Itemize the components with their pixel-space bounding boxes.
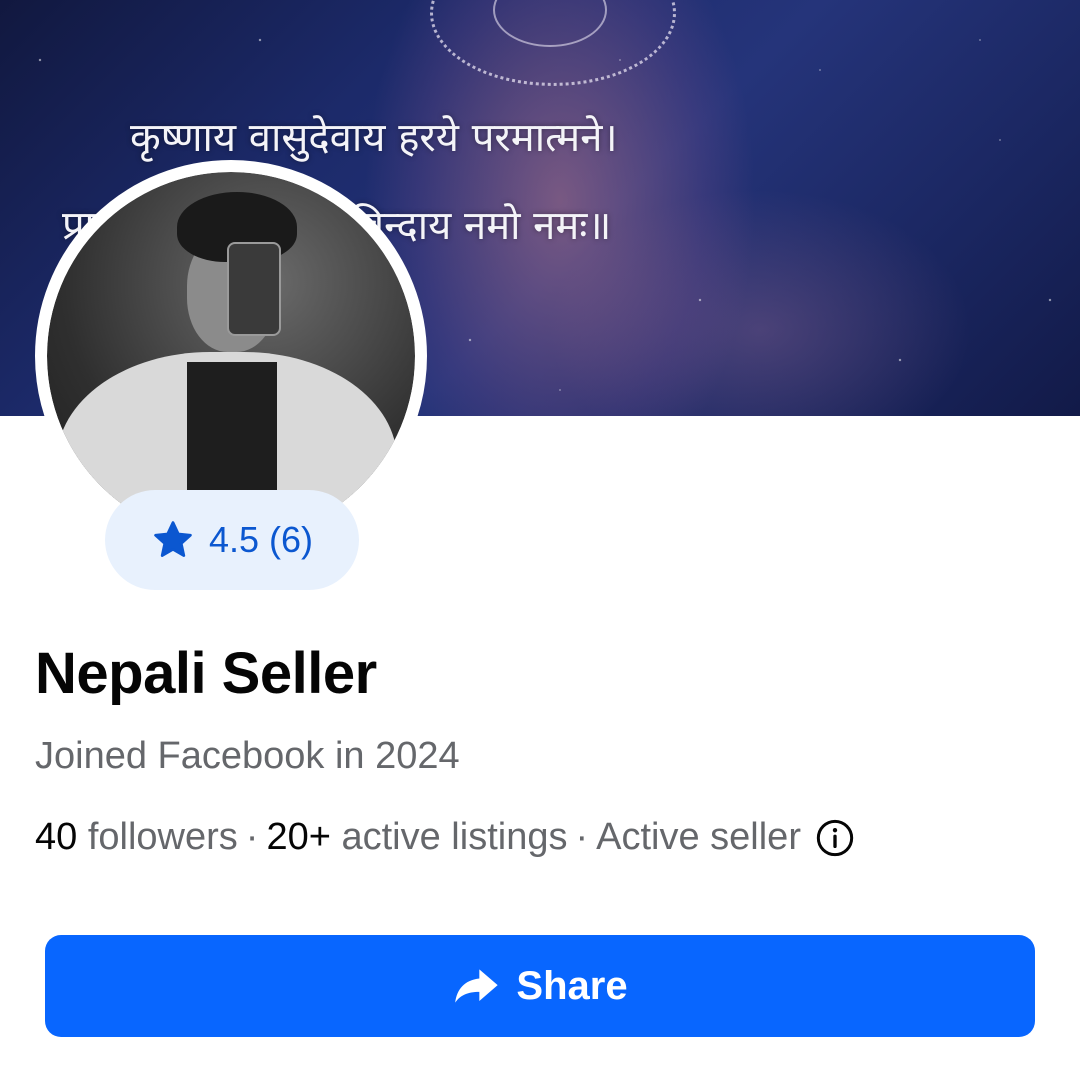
avatar-photo	[47, 172, 415, 540]
info-icon[interactable]	[815, 818, 855, 858]
seller-status: Active seller	[596, 816, 801, 858]
stats-separator: ·	[245, 816, 259, 858]
seller-stats: 40 followers · 20+ active listings · Act…	[35, 816, 855, 859]
star-icon	[154, 521, 192, 557]
listings-count: 20+	[266, 816, 331, 858]
rating-value: 4.5 (6)	[208, 519, 314, 560]
share-arrow-icon	[455, 969, 499, 1003]
joined-date: Joined Facebook in 2024	[35, 735, 460, 777]
followers-label[interactable]: followers	[88, 816, 238, 859]
stats-separator-2: ·	[575, 816, 589, 858]
seller-name: Nepali Seller	[35, 641, 377, 706]
share-button[interactable]: Share	[45, 935, 1035, 1037]
listings-label: active listings	[341, 816, 568, 858]
share-label: Share	[516, 963, 628, 1008]
seller-rating-badge[interactable]: 4.5 (6)	[105, 490, 359, 590]
avatar-phone	[227, 242, 281, 336]
followers-count: 40	[35, 816, 78, 858]
cover-text-line-1: कृष्णाय वासुदेवाय हरये परमात्मने।	[130, 115, 618, 161]
